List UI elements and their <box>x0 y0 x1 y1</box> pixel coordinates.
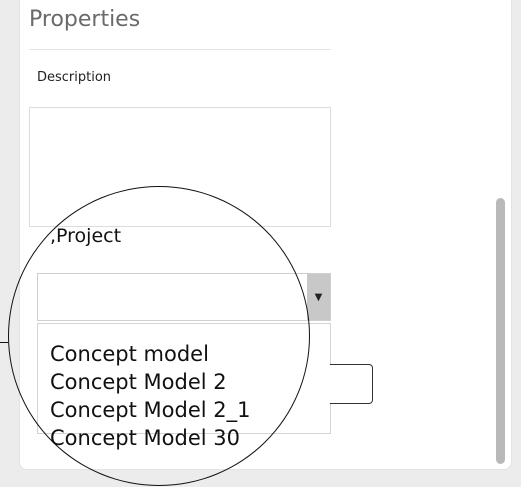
callout-pointer-line <box>0 342 8 343</box>
description-textarea[interactable] <box>29 107 331 227</box>
project-label: ,Project <box>50 225 122 247</box>
caret-down-icon[interactable]: ▼ <box>307 274 330 320</box>
title-divider <box>29 49 331 50</box>
scrollbar-thumb[interactable] <box>496 198 505 464</box>
project-option[interactable]: Concept model <box>50 340 330 368</box>
description-label: Description <box>37 70 112 85</box>
project-select[interactable]: ▼ <box>37 273 331 321</box>
section-title: Properties <box>29 7 141 32</box>
project-option[interactable]: Concept Model 2 <box>50 368 330 396</box>
project-option[interactable]: Concept Model 30 <box>50 424 330 452</box>
project-options-list: Concept model Concept Model 2 Concept Mo… <box>37 323 331 450</box>
project-option[interactable]: Concept Model 2_1 <box>50 396 330 424</box>
background-field <box>330 364 373 404</box>
